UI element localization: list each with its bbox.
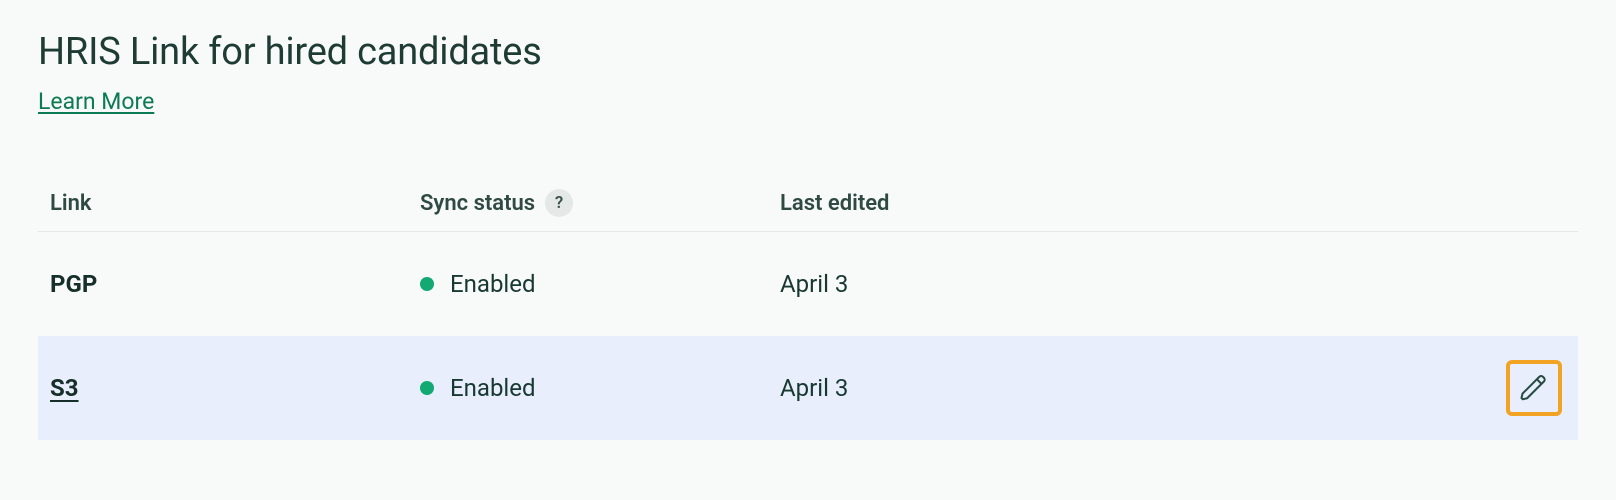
header-last-edited: Last edited (780, 191, 1280, 216)
link-name[interactable]: PGP (50, 270, 97, 298)
header-link: Link (50, 191, 420, 216)
pencil-icon (1519, 373, 1549, 403)
table-row: S3 Enabled April 3 (38, 336, 1578, 440)
header-sync-status-label: Sync status (420, 191, 535, 216)
learn-more-link[interactable]: Learn More (38, 88, 154, 115)
links-table: Link Sync status ? Last edited PGP Enabl… (38, 175, 1578, 440)
edit-button[interactable] (1506, 360, 1562, 416)
status-dot-icon (420, 277, 434, 291)
table-row: PGP Enabled April 3 (38, 232, 1578, 336)
status-label: Enabled (450, 374, 536, 402)
last-edited-value: April 3 (780, 270, 848, 298)
header-sync-status: Sync status ? (420, 189, 780, 217)
link-name[interactable]: S3 (50, 374, 79, 402)
help-icon[interactable]: ? (545, 189, 573, 217)
page-title: HRIS Link for hired candidates (38, 30, 1578, 74)
table-header-row: Link Sync status ? Last edited (38, 175, 1578, 232)
last-edited-value: April 3 (780, 374, 848, 402)
status-dot-icon (420, 381, 434, 395)
status-label: Enabled (450, 270, 536, 298)
